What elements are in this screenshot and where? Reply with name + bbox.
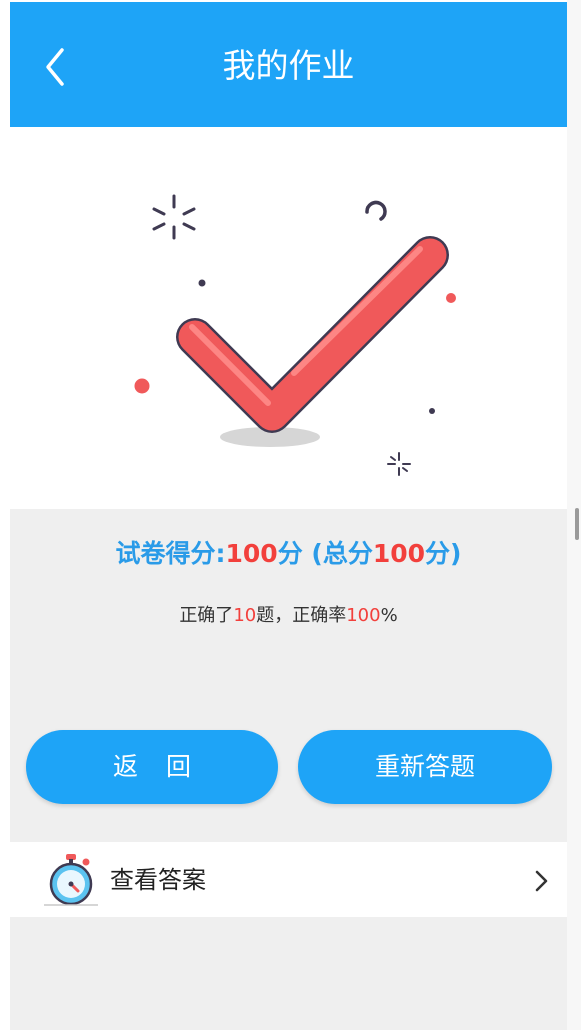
homework-result-page: 我的作业 试卷得分:100分 (总分100分) 正确了10题，正确率100% 返… bbox=[10, 2, 567, 1030]
correct-mid: 题，正确率 bbox=[256, 605, 347, 626]
total-close: 分) bbox=[425, 539, 462, 568]
scrollbar-thumb[interactable] bbox=[575, 508, 579, 540]
check-mark-illustration bbox=[134, 194, 456, 476]
back-button[interactable]: 返回 bbox=[26, 730, 278, 804]
top-nav-bar: 我的作业 bbox=[10, 2, 567, 127]
score-value: 100 bbox=[225, 539, 278, 568]
correct-count: 10 bbox=[233, 605, 257, 626]
page-title: 我的作业 bbox=[222, 46, 355, 85]
retry-button[interactable]: 重新答题 bbox=[298, 730, 552, 804]
view-answers-label: 查看答案 bbox=[110, 866, 206, 894]
score-label: 试卷得分: bbox=[115, 539, 226, 568]
stopwatch-icon bbox=[44, 854, 98, 906]
total-value: 100 bbox=[372, 539, 426, 568]
total-open: (总分 bbox=[302, 539, 373, 568]
view-answers-row[interactable]: 查看答案 bbox=[10, 842, 567, 917]
score-summary: 试卷得分:100分 (总分100分) bbox=[10, 536, 567, 572]
chevron-right-icon bbox=[535, 870, 548, 892]
score-unit: 分 bbox=[277, 539, 303, 568]
accuracy-value: 100 bbox=[346, 605, 381, 626]
correct-prefix: 正确了 bbox=[179, 605, 234, 626]
success-illustration-panel bbox=[10, 127, 567, 509]
accuracy-suffix: % bbox=[380, 605, 398, 626]
accuracy-summary: 正确了10题，正确率100% bbox=[10, 602, 567, 630]
